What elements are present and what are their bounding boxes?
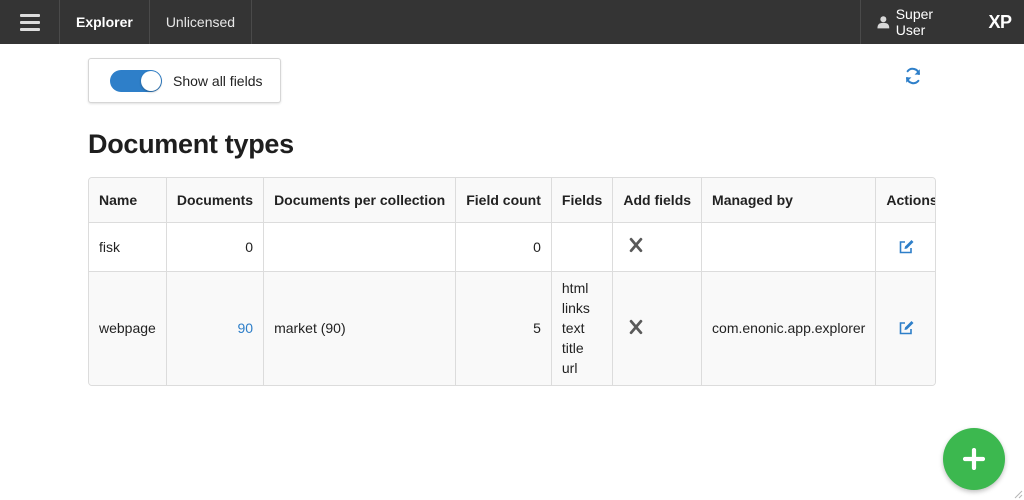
cell-field-count: 0 [455, 222, 552, 272]
toggle-knob [141, 70, 161, 91]
column-header-documents: Documents [166, 178, 265, 223]
table-header-row: Name Documents Documents per collection … [89, 178, 935, 223]
menu-button[interactable] [0, 0, 60, 44]
cell-documents-per-collection: market (90) [263, 271, 457, 385]
column-header-fields: Fields [551, 178, 614, 223]
x-icon [630, 237, 643, 253]
top-bar: Explorer Unlicensed Super User XP [0, 0, 1024, 44]
user-menu[interactable]: Super User [860, 0, 976, 44]
show-all-fields-toggle[interactable] [110, 69, 162, 92]
user-name: Super User [895, 6, 934, 38]
cell-managed-by: com.enonic.app.explorer [701, 271, 877, 385]
page-title: Document types [88, 129, 294, 159]
cell-fields: html links text title url [551, 271, 614, 385]
plus-icon [963, 448, 985, 470]
column-header-managed-by: Managed by [701, 178, 877, 223]
edit-icon[interactable] [898, 239, 914, 255]
cell-add-fields [612, 271, 703, 385]
license-status: Unlicensed [150, 0, 253, 44]
column-header-add-fields: Add fields [612, 178, 703, 223]
cell-field-count: 5 [455, 271, 552, 385]
refresh-icon[interactable] [903, 66, 923, 86]
add-document-type-button[interactable] [943, 428, 1005, 490]
cell-documents: 90 [166, 271, 265, 385]
cell-actions [875, 271, 935, 385]
cell-actions [875, 222, 935, 272]
xp-logo[interactable]: XP [976, 0, 1024, 44]
show-all-fields-label: Show all fields [173, 72, 263, 89]
cell-fields [551, 222, 614, 272]
fields-list: html links text title url [562, 278, 602, 378]
cell-name: fisk [89, 222, 167, 272]
cell-documents: 0 [166, 222, 265, 272]
cell-name: webpage [89, 271, 167, 385]
user-icon [877, 16, 890, 29]
field-item: html [561, 280, 589, 297]
column-header-field-count: Field count [455, 178, 552, 223]
table-row: webpage 90 market (90) 5 html links text… [89, 271, 935, 385]
edit-icon[interactable] [898, 320, 914, 336]
document-types-table: Name Documents Documents per collection … [88, 177, 936, 386]
field-item: links [561, 300, 590, 317]
hamburger-icon [19, 20, 40, 24]
cell-documents-per-collection [263, 222, 457, 272]
field-item: title [561, 340, 584, 357]
field-item: url [561, 360, 578, 377]
show-all-fields-card: Show all fields [88, 58, 281, 103]
field-item: text [561, 320, 585, 337]
cell-managed-by [701, 222, 877, 272]
app-name[interactable]: Explorer [60, 0, 150, 44]
cell-add-fields [612, 222, 703, 272]
column-header-actions: Actions [875, 178, 935, 223]
column-header-name: Name [89, 178, 167, 223]
documents-link[interactable]: 90 [237, 320, 253, 336]
table-row: fisk 0 0 [89, 222, 935, 272]
x-icon [630, 319, 643, 334]
resize-grip-icon [1014, 490, 1023, 499]
column-header-documents-per-collection: Documents per collection [263, 178, 457, 223]
